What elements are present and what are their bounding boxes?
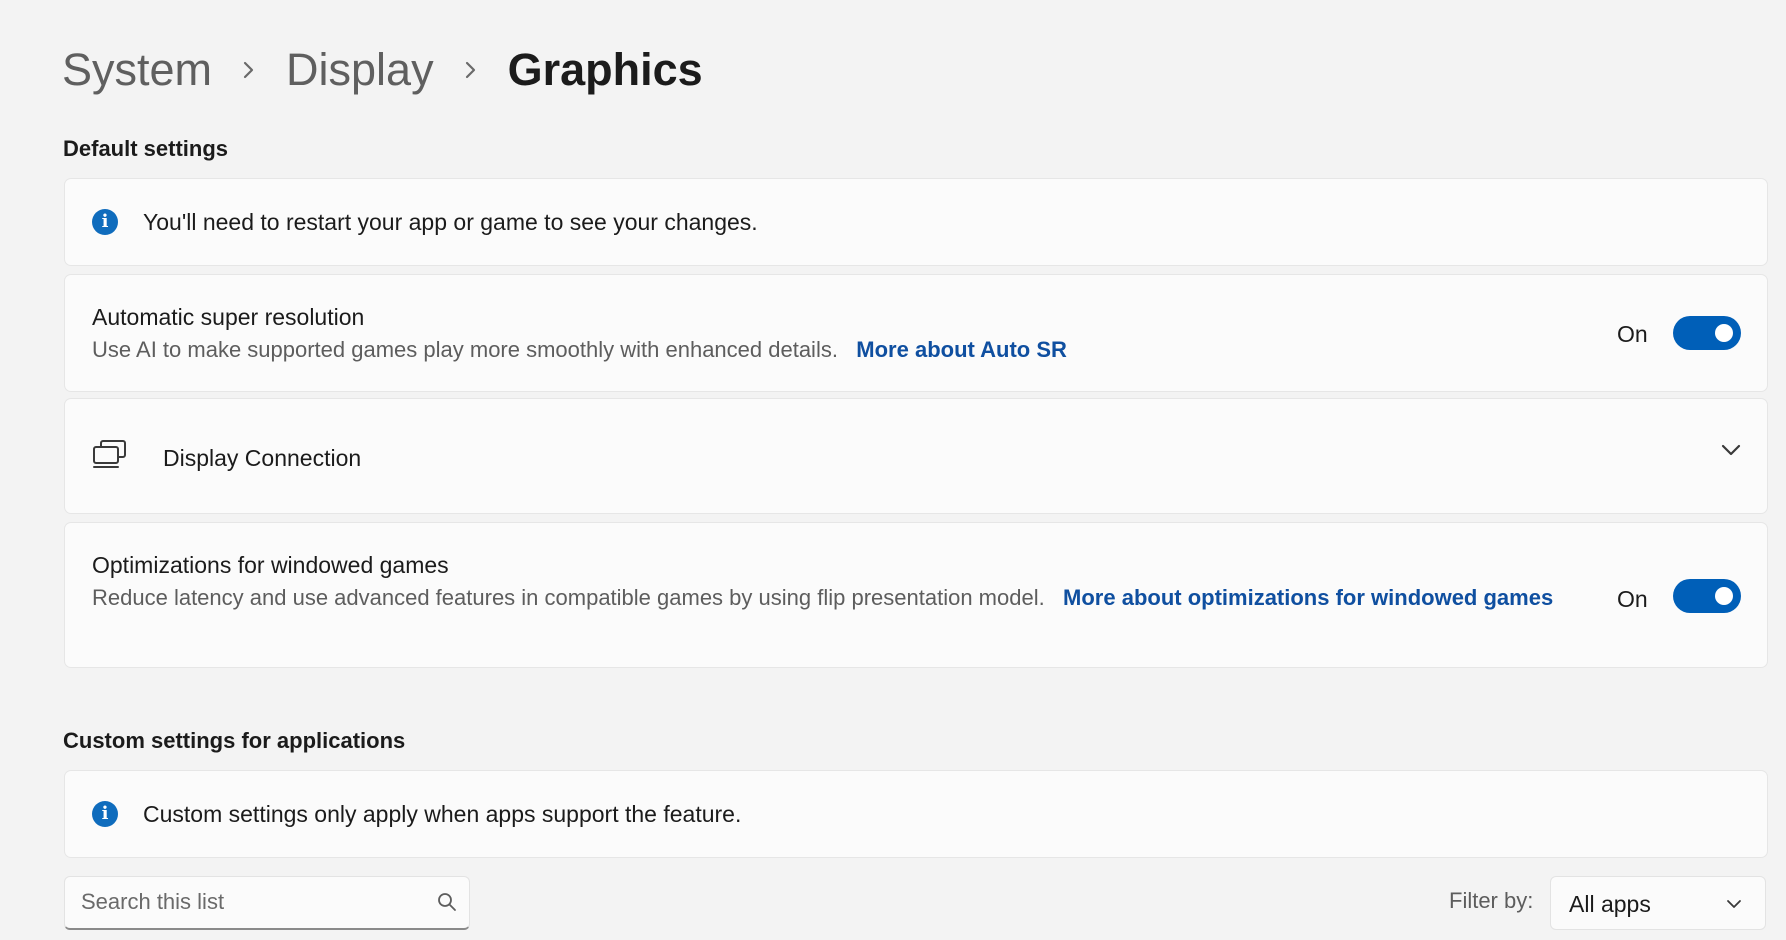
filter-label: Filter by:: [1449, 888, 1534, 913]
filter-selected-value: All apps: [1569, 891, 1651, 917]
auto-sr-description: Use AI to make supported games play more…: [92, 334, 1067, 365]
breadcrumb-item-display[interactable]: Display: [286, 38, 434, 102]
info-icon: i: [92, 209, 118, 235]
auto-sr-toggle[interactable]: [1673, 316, 1741, 350]
custom-settings-heading: Custom settings for applications: [63, 728, 406, 753]
display-connection-card[interactable]: Display Connection: [64, 398, 1768, 514]
default-settings-heading: Default settings: [63, 136, 229, 161]
search-box: [64, 876, 470, 930]
auto-sr-state-label: On: [1617, 321, 1648, 347]
display-connection-icon: [93, 440, 126, 468]
chevron-right-icon: [212, 60, 286, 80]
breadcrumb-item-system[interactable]: System: [62, 38, 212, 102]
windowed-games-state-label: On: [1617, 586, 1648, 612]
search-input[interactable]: [81, 877, 411, 927]
display-connection-title: Display Connection: [163, 445, 362, 471]
auto-sr-link[interactable]: More about Auto SR: [856, 337, 1067, 362]
auto-sr-card: Automatic super resolution Use AI to mak…: [64, 274, 1768, 392]
auto-sr-description-text: Use AI to make supported games play more…: [92, 337, 838, 362]
chevron-right-icon: [434, 60, 508, 80]
windowed-games-link[interactable]: More about optimizations for windowed ga…: [1063, 585, 1553, 610]
breadcrumb: System Display Graphics: [62, 38, 703, 102]
chevron-down-icon[interactable]: [1720, 443, 1742, 457]
restart-info-card: i You'll need to restart your app or gam…: [64, 178, 1768, 266]
auto-sr-title: Automatic super resolution: [92, 304, 365, 330]
chevron-down-icon: [1727, 900, 1741, 908]
page-title: Graphics: [507, 44, 703, 95]
windowed-games-card: Optimizations for windowed games Reduce …: [64, 522, 1768, 668]
custom-info-card: i Custom settings only apply when apps s…: [64, 770, 1768, 858]
restart-info-text: You'll need to restart your app or game …: [143, 209, 758, 235]
windowed-games-description-text: Reduce latency and use advanced features…: [92, 585, 1045, 610]
filter-dropdown[interactable]: All apps: [1550, 876, 1766, 930]
search-icon[interactable]: [437, 892, 457, 912]
info-icon: i: [92, 801, 118, 827]
custom-info-text: Custom settings only apply when apps sup…: [143, 801, 742, 827]
windowed-games-toggle[interactable]: [1673, 579, 1741, 613]
toggle-knob: [1715, 587, 1733, 605]
windowed-games-title: Optimizations for windowed games: [92, 552, 449, 578]
windowed-games-description: Reduce latency and use advanced features…: [92, 582, 1602, 613]
toggle-knob: [1715, 324, 1733, 342]
